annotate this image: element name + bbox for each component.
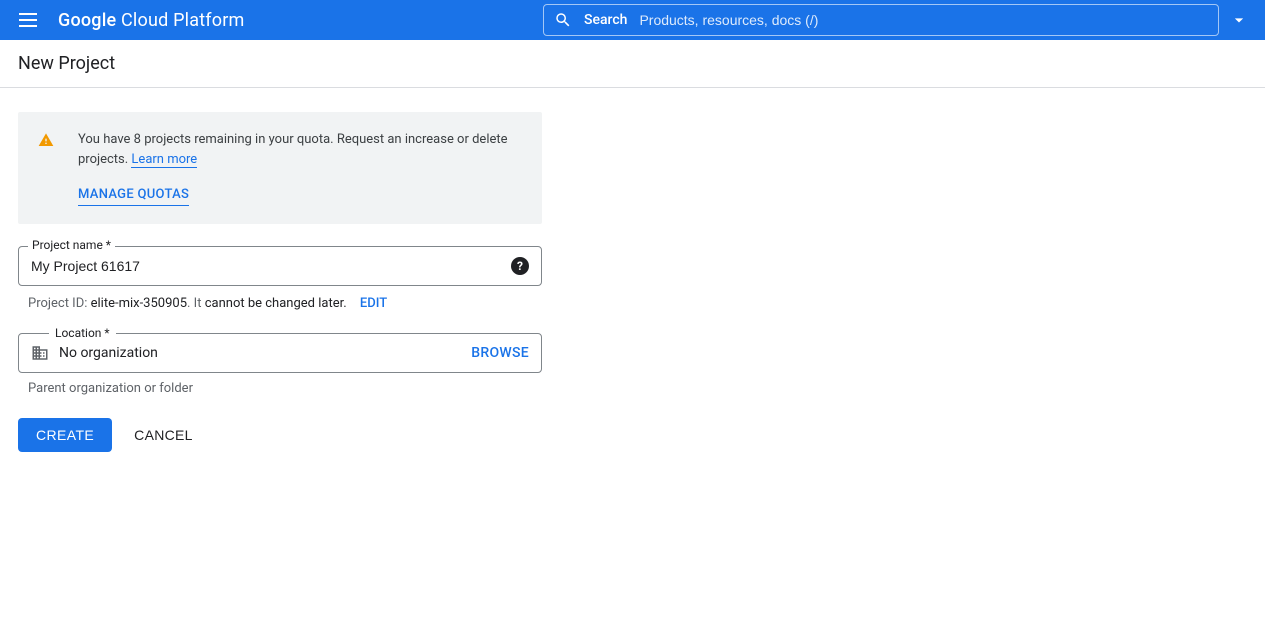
page-title: New Project <box>18 53 115 74</box>
menu-icon[interactable] <box>16 8 40 32</box>
brand-logo[interactable]: Google Cloud Platform <box>58 10 245 31</box>
location-field: Location * No organization BROWSE Parent… <box>18 333 542 396</box>
search-icon <box>554 11 572 29</box>
chevron-down-icon[interactable] <box>1229 10 1249 30</box>
browse-button[interactable]: BROWSE <box>471 345 529 361</box>
location-label: Location * <box>49 326 116 340</box>
project-id-nochange: cannot be changed later. <box>205 296 347 311</box>
learn-more-link[interactable]: Learn more <box>131 152 197 168</box>
content: You have 8 projects remaining in your qu… <box>0 88 560 476</box>
action-row: CREATE CANCEL <box>18 418 542 452</box>
manage-quotas-link[interactable]: MANAGE QUOTAS <box>78 185 189 206</box>
location-box: Location * No organization BROWSE <box>18 333 542 373</box>
cancel-button[interactable]: CANCEL <box>134 427 193 443</box>
search-label: Search <box>584 12 627 28</box>
page-header: New Project <box>0 40 1265 88</box>
project-id-mid: . It <box>187 296 205 311</box>
project-id-value: elite-mix-350905 <box>91 296 187 311</box>
project-id-prefix: Project ID: <box>28 296 91 311</box>
notice-body: You have 8 projects remaining in your qu… <box>78 130 522 206</box>
project-name-field: Project name * ? <box>18 246 542 286</box>
brand-rest: Cloud Platform <box>116 10 244 31</box>
project-name-box: ? <box>18 246 542 286</box>
edit-project-id-link[interactable]: EDIT <box>360 296 387 311</box>
create-button[interactable]: CREATE <box>18 418 112 452</box>
top-bar: Google Cloud Platform Search <box>0 0 1265 40</box>
project-id-line: Project ID: elite-mix-350905. It cannot … <box>18 296 542 311</box>
help-icon[interactable]: ? <box>511 257 529 275</box>
search-input[interactable] <box>639 12 1208 28</box>
location-value: No organization <box>59 345 471 361</box>
brand-google: Google <box>58 10 116 31</box>
warning-icon <box>38 132 58 206</box>
location-hint: Parent organization or folder <box>18 381 542 396</box>
project-name-label: Project name * <box>28 238 115 252</box>
quota-notice: You have 8 projects remaining in your qu… <box>18 112 542 224</box>
project-name-input[interactable] <box>31 258 511 274</box>
organization-icon <box>31 344 49 362</box>
search-box[interactable]: Search <box>543 4 1219 36</box>
